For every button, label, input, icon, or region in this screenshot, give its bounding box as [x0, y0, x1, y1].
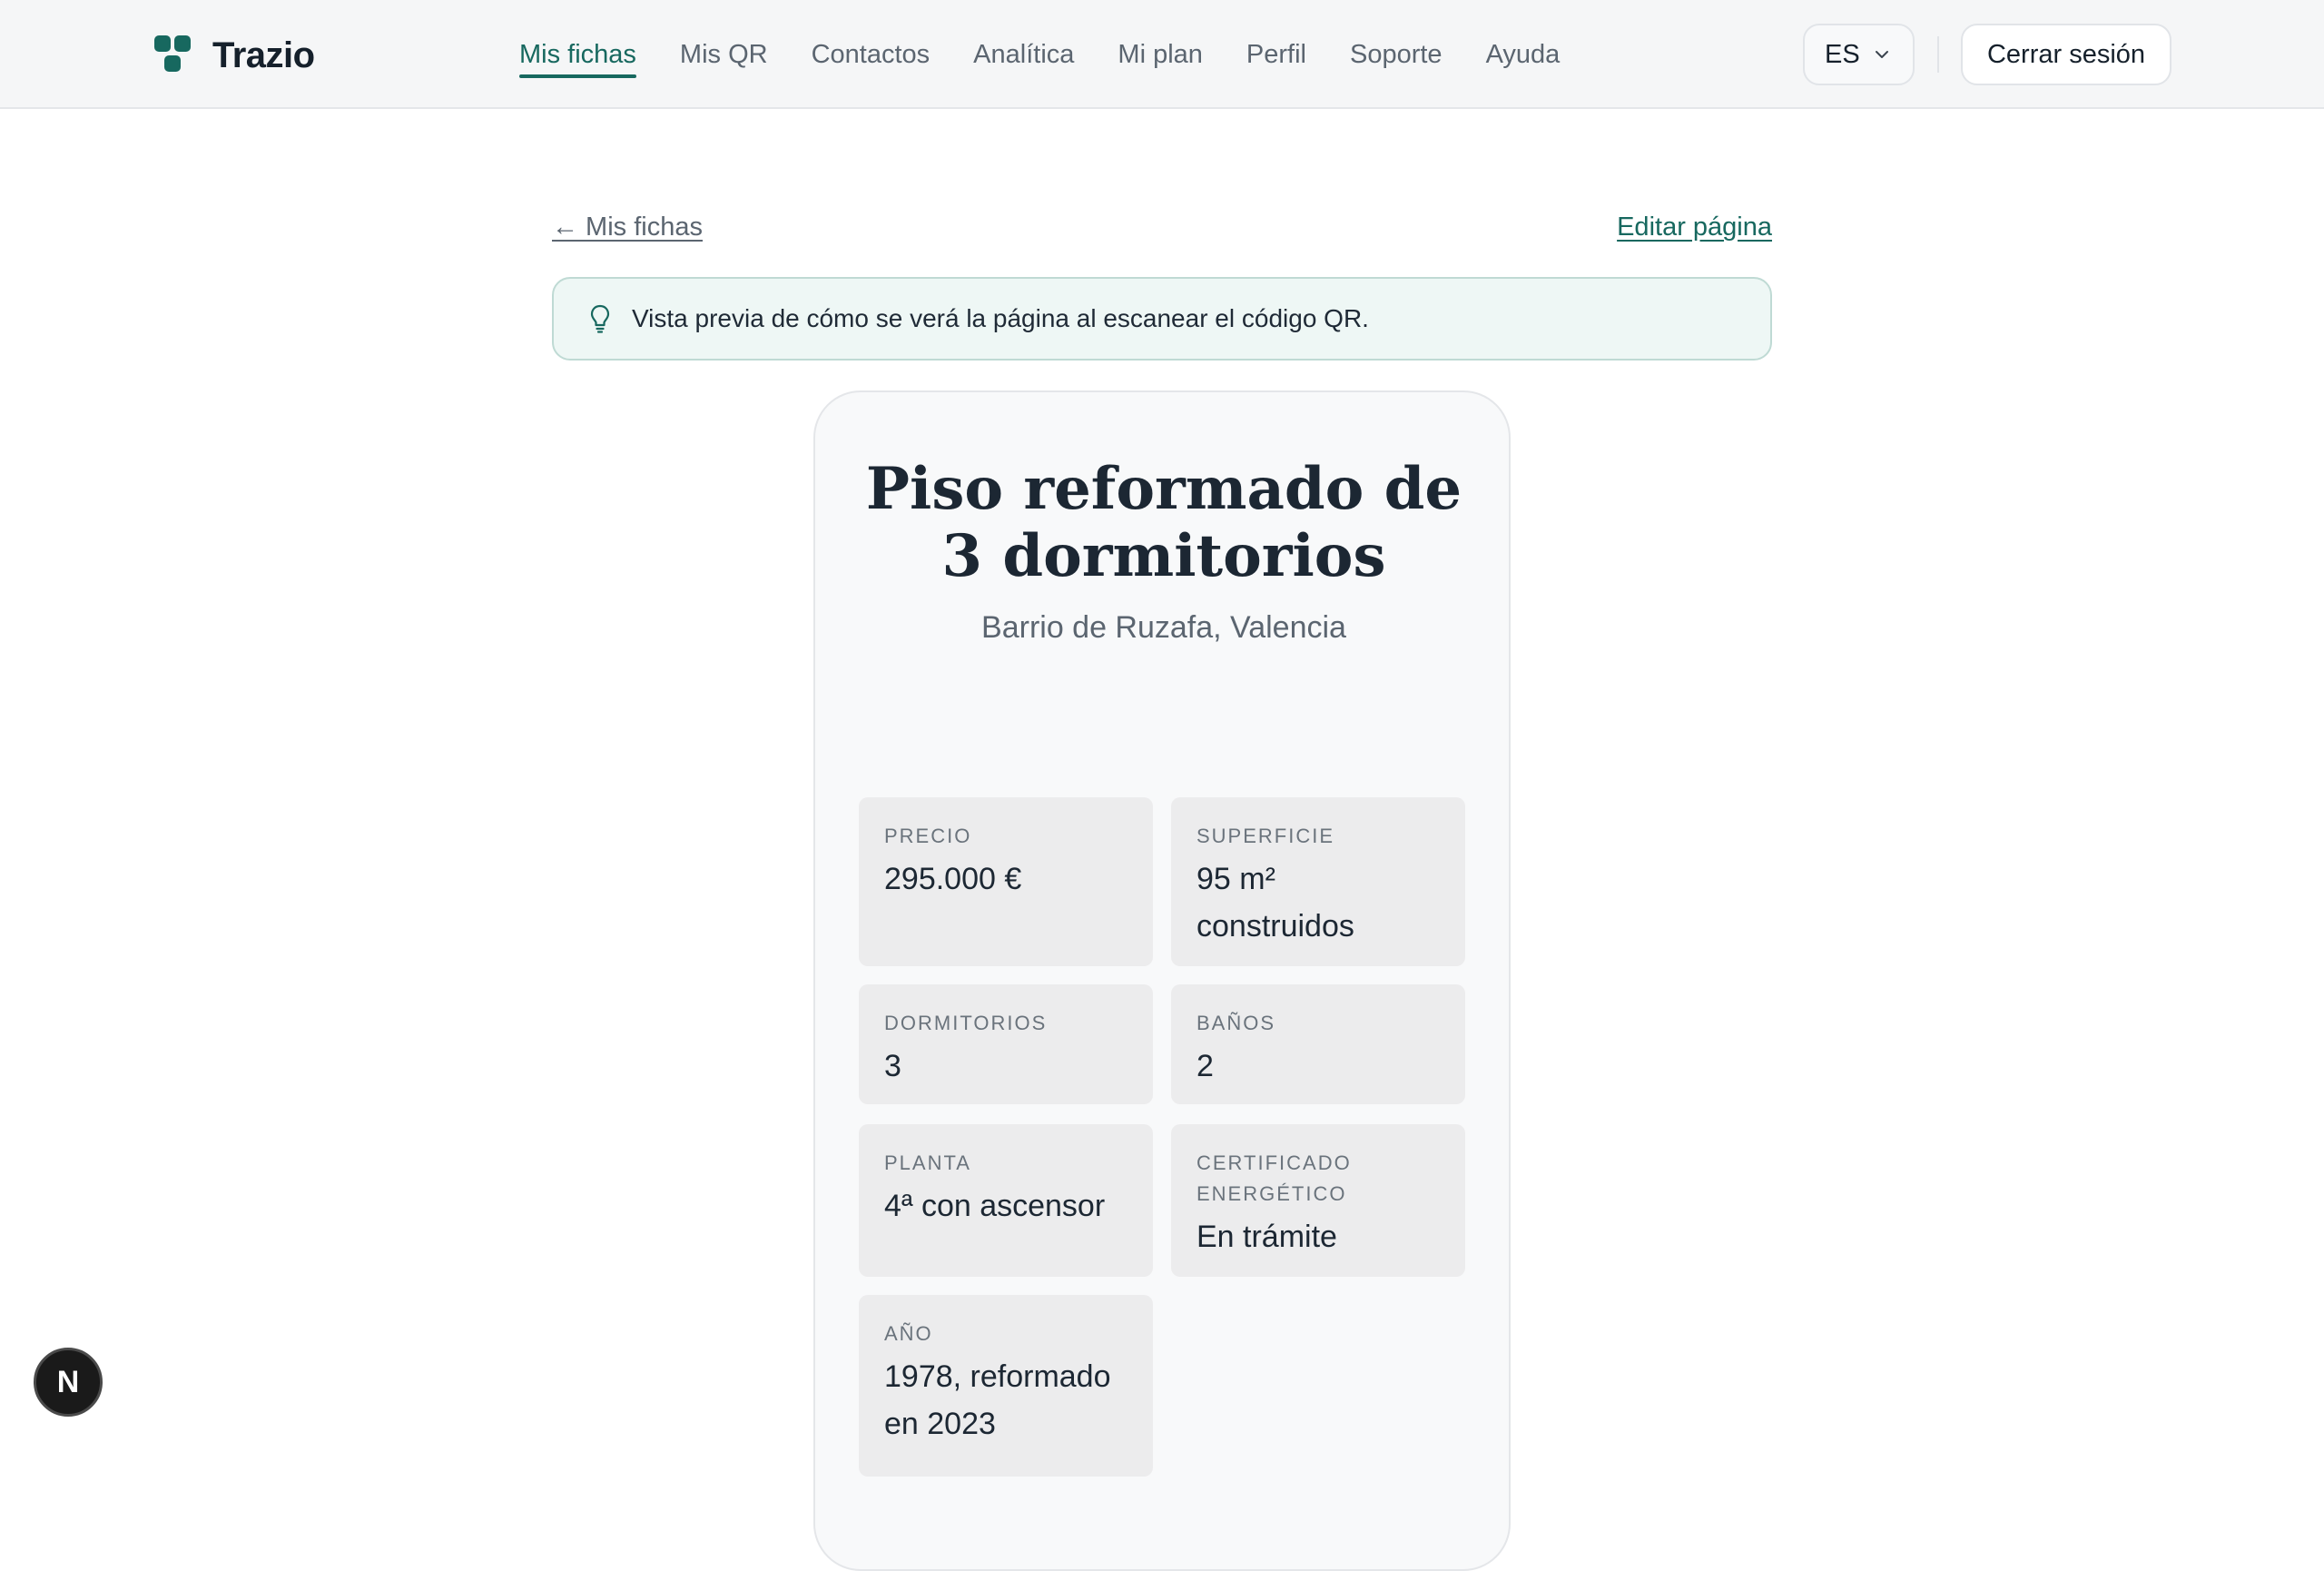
nav-item-mis-fichas[interactable]: Mis fichas: [519, 0, 636, 109]
back-to-listings-link[interactable]: ← Mis fichas: [552, 212, 703, 242]
spec-value: 3: [884, 1049, 901, 1083]
spec-label: SUPERFICIE: [1196, 825, 1335, 847]
spec-tile-ano: AÑO 1978, reformado en 2023: [859, 1295, 1153, 1477]
listing-title: Piso reformado de 3 dormitorios: [865, 455, 1462, 590]
brand-logo[interactable]: Trazio: [154, 33, 315, 78]
header-divider: [1937, 36, 1939, 73]
spec-label: PRECIO: [884, 825, 972, 847]
preview-info-text: Vista previa de cómo se verá la página a…: [632, 304, 1369, 332]
spec-value: 95 m² construidos: [1196, 862, 1354, 944]
spec-label: CERTIFICADO ENERGÉTICO: [1196, 1151, 1352, 1205]
logo-mark-icon: [154, 35, 194, 75]
spec-value: 4ª con ascensor: [884, 1189, 1106, 1223]
listing-location: Barrio de Ruzafa, Valencia: [981, 610, 1346, 645]
spec-tile-dormitorios: DORMITORIOS 3: [859, 984, 1153, 1104]
spec-label: BAÑOS: [1196, 1012, 1276, 1034]
spec-value: 295.000 €: [884, 862, 1022, 896]
spec-tile-certificado: CERTIFICADO ENERGÉTICO En trámite: [1171, 1124, 1465, 1277]
main-nav: Mis fichas Mis QR Contactos Analítica Mi…: [519, 0, 1603, 109]
top-navigation-bar: Trazio Mis fichas Mis QR Contactos Analí…: [0, 0, 2324, 109]
spec-label: AÑO: [884, 1322, 933, 1345]
nav-item-ayuda[interactable]: Ayuda: [1486, 0, 1561, 109]
spec-tile-precio: PRECIO 295.000 €: [859, 797, 1153, 966]
brand-name: Trazio: [212, 35, 315, 75]
nav-item-contactos[interactable]: Contactos: [812, 0, 931, 109]
nav-item-perfil[interactable]: Perfil: [1246, 0, 1306, 109]
dev-badge-letter: N: [56, 1364, 80, 1399]
preview-info-banner: Vista previa de cómo se verá la página a…: [552, 277, 1772, 361]
listing-preview-card: Piso reformado de 3 dormitorios Barrio d…: [813, 390, 1511, 1571]
lightbulb-icon: [590, 304, 610, 333]
logout-button[interactable]: Cerrar sesión: [1961, 24, 2171, 85]
spec-value: 2: [1196, 1049, 1214, 1083]
dev-tools-badge[interactable]: N: [34, 1348, 103, 1417]
nav-item-analitica[interactable]: Analítica: [973, 0, 1074, 109]
spec-label: DORMITORIOS: [884, 1012, 1048, 1034]
spec-tile-planta: PLANTA 4ª con ascensor: [859, 1124, 1153, 1277]
language-selected-value: ES: [1825, 39, 1860, 69]
edit-page-link[interactable]: Editar página: [1617, 212, 1772, 242]
spec-label: PLANTA: [884, 1151, 971, 1174]
nav-item-mi-plan[interactable]: Mi plan: [1118, 0, 1203, 109]
chevron-down-icon: [1876, 51, 1888, 58]
nav-item-mis-qr[interactable]: Mis QR: [680, 0, 768, 109]
spec-value: En trámite: [1196, 1220, 1337, 1254]
nav-item-soporte[interactable]: Soporte: [1350, 0, 1443, 109]
spec-tile-banos: BAÑOS 2: [1171, 984, 1465, 1104]
spec-tile-superficie: SUPERFICIE 95 m² construidos: [1171, 797, 1465, 966]
language-selector[interactable]: ES: [1803, 24, 1915, 85]
spec-value: 1978, reformado en 2023: [884, 1359, 1111, 1441]
